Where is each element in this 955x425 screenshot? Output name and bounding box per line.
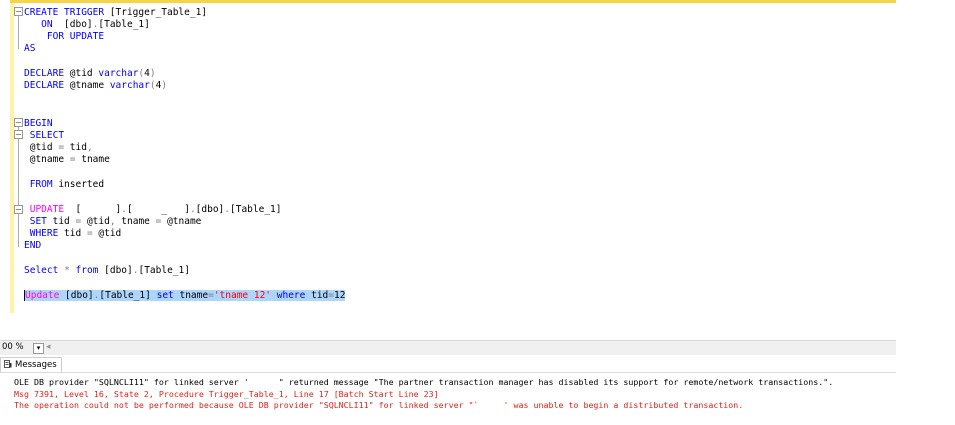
code-token: @tid — [81, 216, 110, 227]
code-token: END — [24, 240, 42, 251]
zoom-dropdown-icon[interactable]: ▾ — [33, 343, 44, 354]
code-line[interactable]: DECLARE @tid varchar(4) — [24, 68, 156, 80]
code-token: [Table_1] — [138, 265, 190, 276]
code-token: tid — [58, 228, 87, 239]
code-token: SET — [24, 216, 47, 227]
code-token: @tid — [24, 142, 59, 153]
code-token: DECLARE — [24, 80, 65, 91]
code-token: [ — [64, 204, 82, 215]
code-line[interactable]: BEGIN — [24, 118, 53, 130]
code-token: BEGIN — [24, 118, 53, 129]
tab-messages-label: Messages — [15, 360, 57, 370]
collapse-update-icon[interactable]: − — [14, 205, 23, 214]
message-line-info: OLE DB provider "SQLNCLI11" for linked s… — [14, 377, 834, 387]
code-line[interactable]: FROM inserted — [24, 179, 104, 191]
scroll-left-icon[interactable]: ◂ — [46, 342, 51, 352]
code-token: @tname — [24, 154, 70, 165]
code-line[interactable]: Update [dbo].[Table_1] set tname='tname … — [24, 290, 346, 302]
code-line[interactable]: SET tid = @tid, tname = @tname — [24, 216, 202, 228]
code-token: DECLARE — [24, 68, 65, 79]
code-token: UPDATE — [24, 204, 65, 215]
code-token: tname — [75, 154, 110, 165]
code-line[interactable]: UPDATE [ ].[ _ ].[dbo].[Table_1] — [24, 204, 282, 216]
editor-status-bar: 00 % ▾ ◂ — [0, 340, 896, 355]
code-token: FOR UPDATE — [24, 31, 105, 42]
code-token: Update — [25, 290, 60, 301]
tab-messages[interactable]: Messages — [0, 357, 62, 372]
code-line[interactable]: AS — [24, 43, 35, 55]
code-line[interactable]: DECLARE @tname varchar(4) — [24, 80, 167, 92]
collapse-select-icon[interactable]: − — [14, 130, 23, 139]
outline-line — [18, 127, 19, 247]
code-token: 12 — [334, 290, 346, 301]
code-token: tname — [173, 290, 209, 301]
code-token: [Trigger_Table_1] — [104, 7, 208, 18]
collapse-begin-icon[interactable]: − — [14, 118, 23, 127]
code-line[interactable]: END — [24, 240, 41, 252]
code-token: @tid — [64, 68, 99, 79]
messages-panel[interactable]: OLE DB provider "SQLNCLI11" for linked s… — [0, 373, 955, 425]
code-token: [dbo] — [98, 265, 133, 276]
code-token: inserted — [52, 179, 105, 190]
code-token: WHERE — [24, 228, 59, 239]
messages-icon — [4, 360, 12, 368]
code-token: ) — [149, 68, 156, 79]
code-token: [Table_1] — [230, 204, 282, 215]
code-line[interactable]: Select * from [dbo].[Table_1] — [24, 265, 190, 277]
code-token: @tname — [64, 80, 110, 91]
code-token: varchar — [98, 68, 139, 79]
code-line[interactable]: ON [dbo].[Table_1] — [24, 19, 150, 31]
code-line[interactable]: @tname = tname — [24, 154, 110, 166]
code-token: tname — [115, 216, 156, 227]
code-line[interactable]: FOR UPDATE — [24, 31, 104, 43]
code-token: from — [75, 265, 99, 276]
code-token: [dbo] — [59, 290, 94, 301]
code-token: ) — [161, 80, 168, 91]
code-token: tid — [46, 216, 76, 227]
code-token: FROM — [24, 179, 53, 190]
code-token: tid — [64, 142, 87, 153]
code-token: [Table_1] — [98, 19, 150, 30]
code-line[interactable]: @tid = tid, — [24, 142, 93, 154]
code-token: , — [86, 142, 93, 153]
code-token: @tname — [161, 216, 202, 227]
code-token: CREATE TRIGGER — [24, 7, 105, 18]
results-tab-strip: Messages — [0, 356, 896, 373]
code-token: varchar — [109, 80, 150, 91]
code-token: SELECT — [24, 130, 65, 141]
code-token: 'tname 12' — [213, 290, 272, 301]
zoom-level[interactable]: 00 % — [2, 342, 27, 353]
code-token: [dbo] — [195, 204, 225, 215]
code-token: tid — [305, 290, 329, 301]
code-line[interactable]: CREATE TRIGGER [Trigger_Table_1] — [24, 7, 207, 19]
code-line[interactable]: WHERE tid = @tid — [24, 228, 122, 240]
message-line-error-header: Msg 7391, Level 16, State 2, Procedure T… — [14, 389, 439, 399]
code-token: [ _ ] — [127, 204, 190, 215]
outline-line — [18, 16, 19, 49]
changed-lines-gutter — [10, 3, 14, 313]
code-token: Select — [24, 265, 59, 276]
code-token: where — [276, 290, 306, 301]
code-token: @tid — [92, 228, 122, 239]
code-token: set — [156, 290, 174, 301]
code-token: AS — [24, 43, 36, 54]
code-line[interactable]: SELECT — [24, 130, 64, 142]
code-token: [dbo] — [52, 19, 93, 30]
collapse-create-trigger-icon[interactable]: − — [14, 7, 23, 16]
code-token: [Table_1] — [99, 290, 157, 301]
selected-text[interactable]: Update [dbo].[Table_1] set tname='tname … — [24, 290, 346, 301]
message-line-error-detail: The operation could not be performed bec… — [14, 400, 744, 410]
code-token: ON — [24, 19, 53, 30]
